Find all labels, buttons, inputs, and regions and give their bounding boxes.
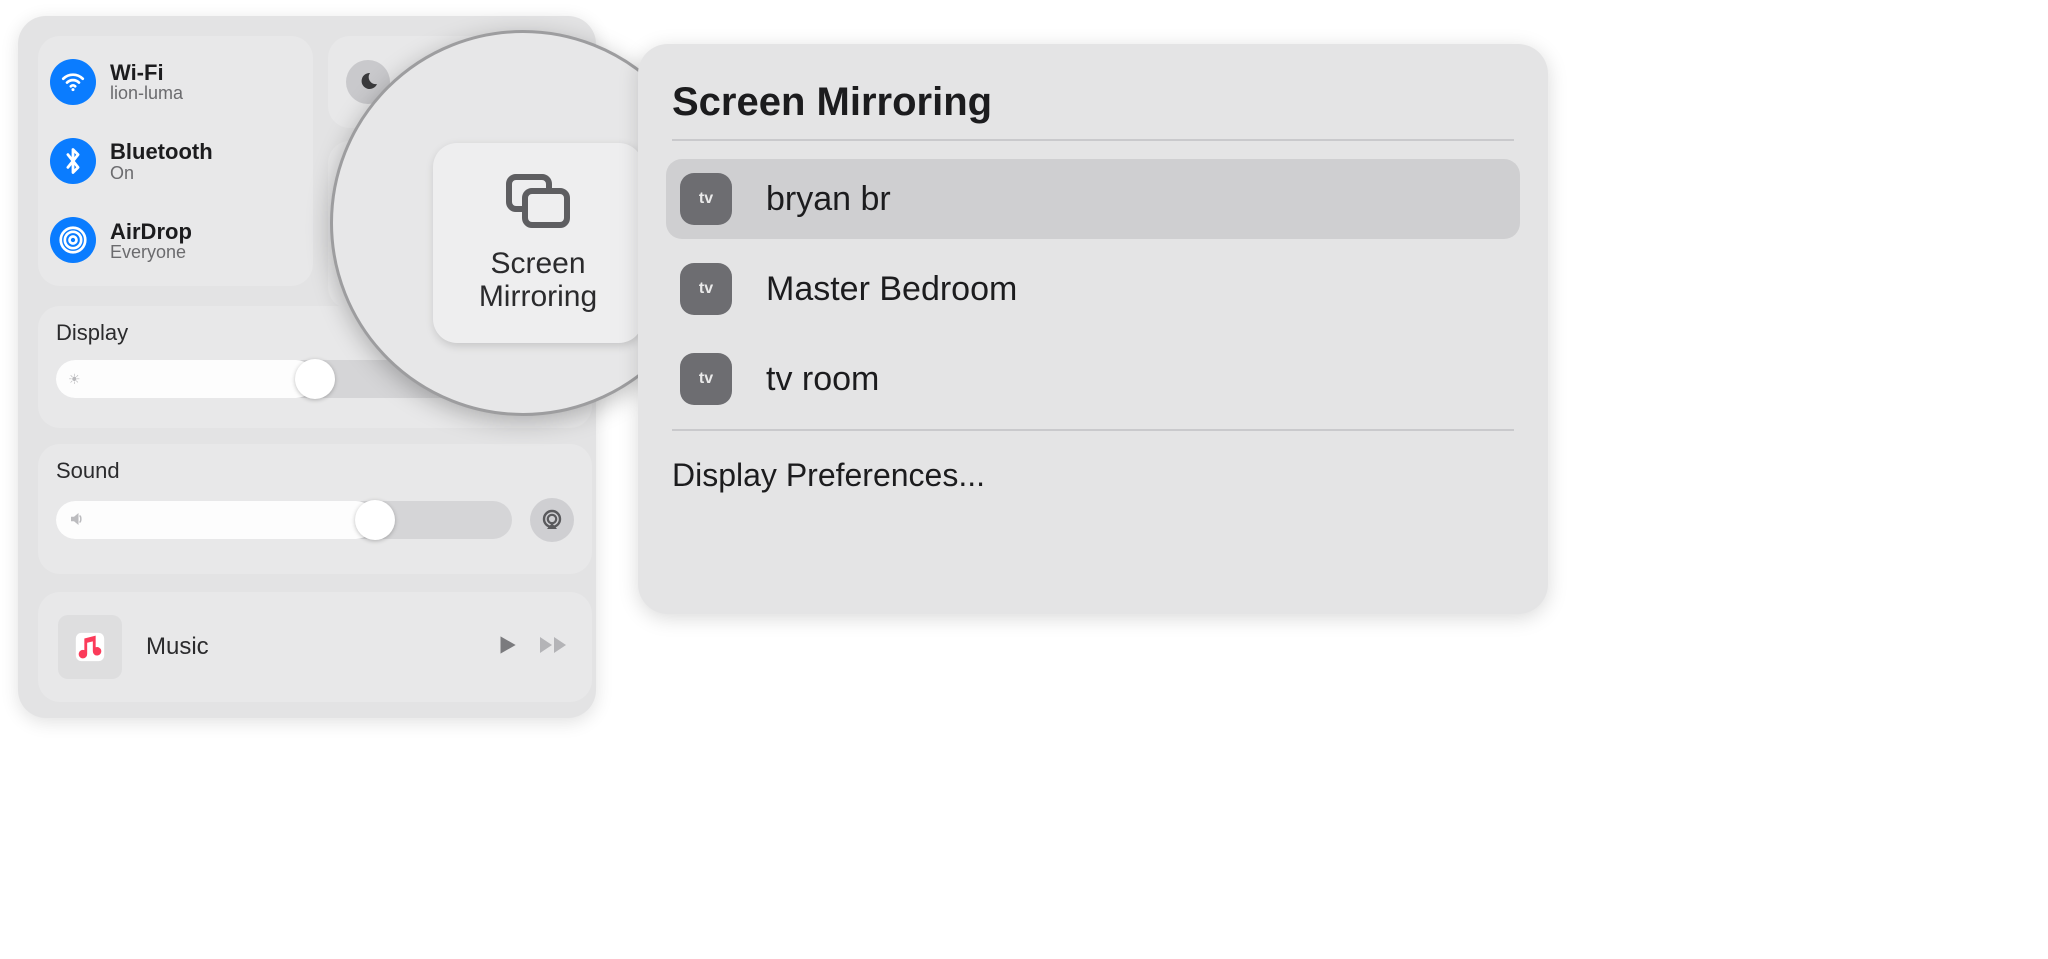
now-playing-module[interactable]: Music: [38, 592, 592, 702]
play-icon: [494, 632, 520, 658]
music-note-icon: [73, 630, 107, 664]
appletv-icon: tv: [680, 353, 732, 405]
airplay-audio-button[interactable]: [530, 498, 574, 542]
screen-mirroring-icon: [503, 173, 573, 231]
wifi-label: Wi-Fi: [110, 61, 183, 84]
mirror-device-row[interactable]: tv bryan br: [666, 159, 1520, 239]
mirror-device-label: Master Bedroom: [766, 270, 1017, 309]
screen-mirroring-button[interactable]: Screen Mirroring: [433, 143, 643, 343]
wifi-icon: [50, 59, 96, 105]
mirror-title: Screen Mirroring: [672, 80, 1514, 125]
mirror-device-label: bryan br: [766, 180, 891, 219]
sound-module: Sound: [38, 444, 592, 574]
divider: [672, 429, 1514, 431]
appletv-icon: tv: [680, 173, 732, 225]
music-label: Music: [146, 633, 470, 661]
mirror-device-list: tv bryan br tv Master Bedroom tv tv room: [666, 159, 1520, 419]
display-preferences-link[interactable]: Display Preferences...: [666, 449, 1520, 502]
wifi-status: lion-luma: [110, 84, 183, 102]
sun-icon: ☀︎: [68, 371, 81, 388]
mag-line2: Mirroring: [479, 280, 597, 313]
sound-label: Sound: [56, 458, 574, 484]
airdrop-icon: [50, 217, 96, 263]
mirror-device-row[interactable]: tv tv room: [666, 339, 1520, 419]
display-slider-thumb[interactable]: [295, 359, 335, 399]
sound-slider-thumb[interactable]: [355, 500, 395, 540]
airdrop-status: Everyone: [110, 243, 192, 261]
bluetooth-icon: [50, 138, 96, 184]
play-button[interactable]: [494, 632, 520, 663]
fast-forward-icon: [538, 632, 572, 658]
bluetooth-status: On: [110, 164, 213, 182]
wifi-row[interactable]: Wi-Fi lion-luma: [50, 55, 301, 109]
appletv-icon: tv: [680, 263, 732, 315]
mag-line1: Screen: [479, 247, 597, 280]
screen-mirroring-popover: Screen Mirroring tv bryan br tv Master Bedr…: [638, 44, 1548, 614]
airdrop-row[interactable]: AirDrop Everyone: [50, 213, 301, 267]
sound-volume-slider[interactable]: [56, 501, 512, 539]
airdrop-label: AirDrop: [110, 220, 192, 243]
music-artwork: [58, 615, 122, 679]
mirror-device-label: tv room: [766, 360, 879, 399]
bluetooth-label: Bluetooth: [110, 140, 213, 163]
mirror-device-row[interactable]: tv Master Bedroom: [666, 249, 1520, 329]
bluetooth-row[interactable]: Bluetooth On: [50, 134, 301, 188]
connectivity-module: Wi-Fi lion-luma Bluetooth On: [38, 36, 313, 286]
airplay-icon: [540, 508, 564, 532]
speaker-icon: [68, 510, 86, 531]
next-button[interactable]: [538, 632, 572, 663]
divider: [672, 139, 1514, 141]
